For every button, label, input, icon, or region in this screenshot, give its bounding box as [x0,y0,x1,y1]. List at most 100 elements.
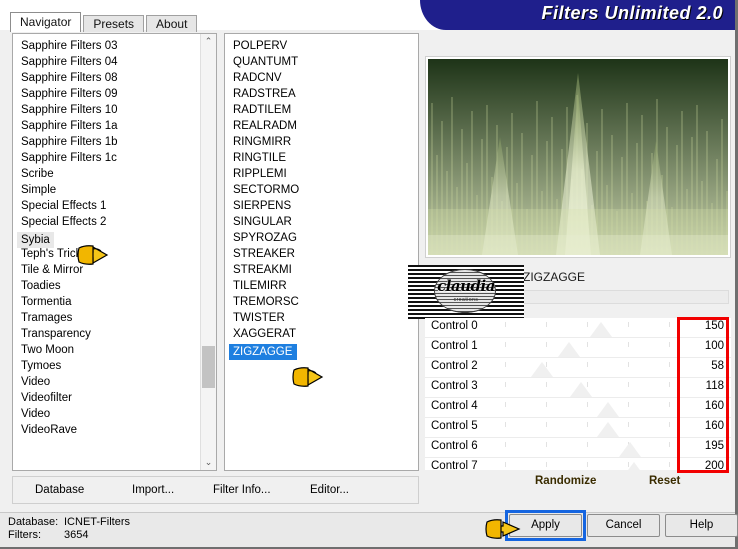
filter-list-item[interactable]: TWISTER [229,310,418,326]
list-item[interactable]: Sapphire Filters 10 [17,102,216,118]
filter-list-item[interactable]: TREMORSC [229,294,418,310]
category-list-item[interactable]: Two Moon [17,342,216,358]
filter-list-item[interactable]: RINGTILE [229,150,418,166]
import-menu-item[interactable]: Import... [132,484,174,496]
control-row[interactable]: Control 1 100 [425,338,731,358]
editor-menu-item[interactable]: Editor... [310,484,349,496]
tab-presets[interactable]: Presets [83,15,145,32]
list-item[interactable]: POLPERV [229,38,418,54]
list-item[interactable]: TILEMIRR [229,278,418,294]
scroll-up-icon[interactable]: ⌃ [201,34,216,49]
category-list-item[interactable]: Scribe [17,166,216,182]
control-row[interactable]: Control 4 160 [425,398,731,418]
list-item[interactable]: ZIGZAGGE [229,342,418,360]
randomize-button[interactable]: Randomize [535,475,596,487]
category-list-item[interactable]: Sapphire Filters 1b [17,134,216,150]
list-item[interactable]: Video [17,406,216,422]
list-item[interactable]: RADSTREA [229,86,418,102]
control-slider-track[interactable] [505,358,670,377]
tab-about[interactable]: About [146,15,198,32]
list-item[interactable]: Sapphire Filters 09 [17,86,216,102]
list-item[interactable]: Sapphire Filters 04 [17,54,216,70]
category-scrollbar[interactable]: ⌃ ⌄ [200,34,216,470]
apply-button[interactable]: Apply [509,514,582,537]
filter-list-item[interactable]: SECTORMO [229,182,418,198]
list-item[interactable]: RINGMIRR [229,134,418,150]
category-list-item[interactable]: Videofilter [17,390,216,406]
control-value[interactable]: 100 [690,340,724,352]
category-list-item[interactable]: Video [17,406,216,422]
control-value[interactable]: 195 [690,440,724,452]
slider-handle[interactable] [596,422,619,437]
list-item[interactable]: Video [17,374,216,390]
list-item[interactable]: SIERPENS [229,198,418,214]
list-item[interactable]: VideoRave [17,422,216,438]
category-list-item[interactable]: Special Effects 1 [17,198,216,214]
list-item[interactable]: Videofilter [17,390,216,406]
slider-handle[interactable] [596,402,619,417]
list-item[interactable]: SPYROZAG [229,230,418,246]
list-item[interactable]: Sapphire Filters 08 [17,70,216,86]
category-list-item[interactable]: Tormentia [17,294,216,310]
category-list-item[interactable]: Video [17,374,216,390]
list-item[interactable]: RINGTILE [229,150,418,166]
filter-list-item[interactable]: RADTILEM [229,102,418,118]
list-item[interactable]: Sapphire Filters 1a [17,118,216,134]
filter-list-item[interactable]: SPYROZAG [229,230,418,246]
filter-list-item[interactable]: RADCNV [229,70,418,86]
control-slider-track[interactable] [505,398,670,417]
list-item[interactable]: Special Effects 1 [17,198,216,214]
list-item[interactable]: Simple [17,182,216,198]
category-list-item[interactable]: Transparency [17,326,216,342]
database-menu-item[interactable]: Database [35,484,84,496]
control-slider-track[interactable] [505,438,670,457]
filter-list-item[interactable]: XAGGERAT [229,326,418,342]
category-list-item[interactable]: Teph's Tricks [17,246,216,262]
category-list-item[interactable]: Sapphire Filters 1c [17,150,216,166]
reset-button[interactable]: Reset [649,475,680,487]
control-value[interactable]: 118 [690,380,724,392]
list-item[interactable]: RIPPLEMI [229,166,418,182]
category-list[interactable]: Sapphire Filters 03 Sapphire Filters 04 Sa… [12,33,217,471]
filter-list-item[interactable]: TILEMIRR [229,278,418,294]
list-item[interactable]: REALRADM [229,118,418,134]
filter-list-item[interactable]: RINGMIRR [229,134,418,150]
control-value[interactable]: 160 [690,400,724,412]
filter-list-item[interactable]: ZIGZAGGE [229,344,298,360]
list-item[interactable]: RADTILEM [229,102,418,118]
category-list-item[interactable]: Tile & Mirror [17,262,216,278]
category-list-item[interactable]: Sapphire Filters 04 [17,54,216,70]
list-item[interactable]: Sybia [17,230,216,248]
list-item[interactable]: Special Effects 2 [17,214,216,230]
list-item[interactable]: STREAKMI [229,262,418,278]
list-item[interactable]: TWISTER [229,310,418,326]
help-button[interactable]: Help [665,514,738,537]
category-list-item[interactable]: Toadies [17,278,216,294]
list-item[interactable]: Tormentia [17,294,216,310]
scroll-down-icon[interactable]: ⌄ [201,455,216,470]
control-value[interactable]: 150 [690,320,724,332]
list-item[interactable]: Tymoes [17,358,216,374]
category-list-item[interactable]: Sapphire Filters 08 [17,70,216,86]
list-item[interactable]: TREMORSC [229,294,418,310]
list-item[interactable]: Toadies [17,278,216,294]
slider-handle[interactable] [531,362,554,377]
category-list-item[interactable]: Sapphire Filters 09 [17,86,216,102]
control-row[interactable]: Control 3 118 [425,378,731,398]
list-item[interactable]: Tile & Mirror [17,262,216,278]
slider-handle[interactable] [619,442,642,457]
preset-field[interactable] [523,290,729,304]
control-value[interactable]: 160 [690,420,724,432]
filter-list-item[interactable]: POLPERV [229,38,418,54]
slider-handle[interactable] [569,382,592,397]
list-item[interactable]: XAGGERAT [229,326,418,342]
filter-list-item[interactable]: STREAKER [229,246,418,262]
list-item[interactable]: Teph's Tricks [17,246,216,262]
cancel-button[interactable]: Cancel [587,514,660,537]
category-list-item[interactable]: VideoRave [17,422,216,438]
control-row[interactable]: Control 0 150 [425,318,731,338]
preview-image[interactable] [428,59,728,255]
category-list-item[interactable]: Special Effects 2 [17,214,216,230]
list-item[interactable]: Sapphire Filters 03 [17,38,216,54]
control-row[interactable]: Control 5 160 [425,418,731,438]
